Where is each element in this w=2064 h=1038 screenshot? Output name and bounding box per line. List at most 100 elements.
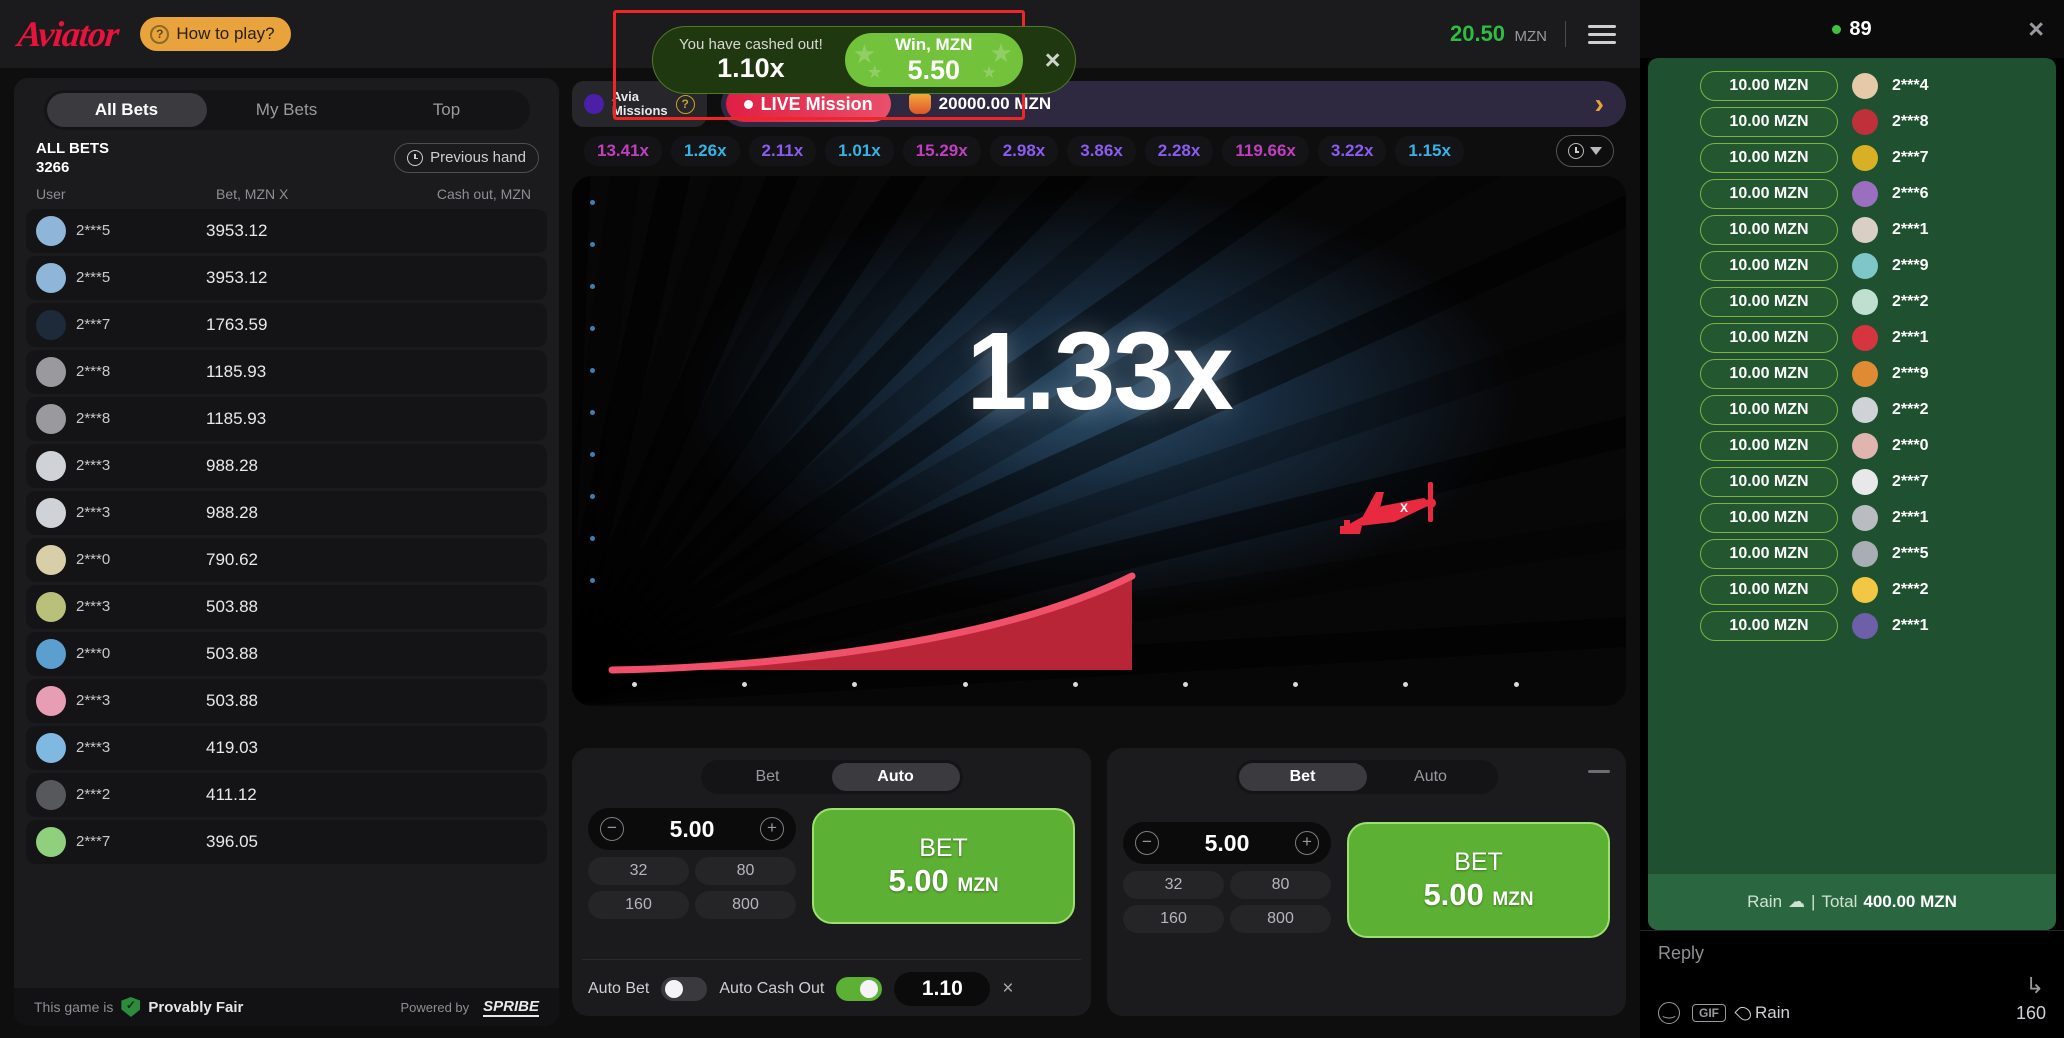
table-row[interactable]: 2***7 1763.59 [26,302,547,347]
list-item: 10.00 MZN 2***0 [1648,428,2056,464]
quick-amount-160[interactable]: 160 [588,891,689,919]
aviator-app: Aviator ? How to play? 20.50 MZN All Bet… [0,0,2064,1038]
minus-circle-icon[interactable]: − [600,817,624,841]
history-multiplier[interactable]: 15.29x [902,136,981,166]
avatar [1852,577,1878,603]
bet-panel-left-bet-button[interactable]: BET 5.00 MZN [812,808,1075,924]
plus-circle-icon[interactable]: + [1294,831,1319,855]
column-user: User [36,185,66,202]
reply-placeholder[interactable]: Reply [1658,943,2046,964]
bet-panel-left-amount[interactable]: 5.00 [670,816,715,843]
table-row[interactable]: 2***5 3953.12 [26,208,547,253]
table-row[interactable]: 2***0 503.88 [26,631,547,676]
online-count: 89 [1832,18,1872,41]
history-multiplier[interactable]: 1.01x [825,136,894,166]
bet-panel-right-tab-bet[interactable]: Bet [1238,763,1367,791]
quick-amount-800[interactable]: 800 [1230,905,1331,933]
hamburger-menu-icon[interactable] [1584,21,1620,48]
table-row[interactable]: 2***8 1185.93 [26,396,547,441]
history-multiplier[interactable]: 2.28x [1144,136,1214,166]
rain-amount: 10.00 MZN [1700,503,1838,533]
tab-all-bets[interactable]: All Bets [46,93,207,127]
table-row[interactable]: 2***2 411.12 [26,772,547,817]
history-multiplier[interactable]: 3.22x [1317,136,1387,166]
bet-panel-left-body: − 5.00 + 32 80 160 800 BET 5.00 MZN [588,808,1075,924]
bet-user: 2***3 [76,457,111,475]
bet-panel-right-amount[interactable]: 5.00 [1205,830,1250,857]
history-dropdown-icon[interactable] [1556,135,1614,167]
rain-amount: 10.00 MZN [1700,107,1838,137]
game-canvas[interactable]: 1.33x X [572,176,1626,706]
history-multiplier[interactable]: 1.15x [1395,136,1464,166]
chat-input-area[interactable]: Reply ↳ GIF Rain 160 [1640,930,2064,1038]
minimize-icon[interactable] [1588,770,1610,773]
table-row[interactable]: 2***3 503.88 [26,678,547,723]
auto-bet-toggle[interactable] [661,977,708,1001]
live-mission-label: LIVE Mission [760,93,873,114]
auto-cashout-toggle[interactable] [836,977,883,1001]
tab-top[interactable]: Top [367,93,527,127]
balance-area: 20.50 MZN [1450,21,1620,48]
quick-amount-160[interactable]: 160 [1123,905,1224,933]
emoji-icon[interactable] [1658,1002,1680,1024]
previous-hand-button[interactable]: Previous hand [394,142,539,173]
bet-user: 2***7 [76,316,111,334]
bets-list[interactable]: 2***5 3953.12 2***5 3953.12 2***7 1763.59 2***… [14,208,559,988]
rain-tool-button[interactable]: Rain [1734,1003,1790,1023]
all-bets-title-block: ALL BETS 3266 [36,140,109,176]
bet-panel-left-quick-amounts: 32 80 160 800 [588,857,796,919]
table-row[interactable]: 2***3 503.88 [26,584,547,629]
chevron-right-icon[interactable]: › [1595,88,1604,120]
history-multiplier[interactable]: 119.66x [1222,136,1309,166]
history-multiplier[interactable]: 3.86x [1067,136,1136,166]
bet-amount: 3953.12 [206,267,268,287]
history-multiplier[interactable]: 2.11x [748,136,817,166]
quick-amount-32[interactable]: 32 [1123,871,1224,899]
avatar [1852,289,1878,315]
avatar [36,826,66,857]
send-arrow-icon[interactable]: ↳ [2026,973,2044,999]
close-icon[interactable]: × [1002,978,1013,1000]
provably-fair-label[interactable]: Provably Fair [148,999,243,1016]
quick-amount-80[interactable]: 80 [1230,871,1331,899]
auto-cashout-value[interactable]: 1.10 [894,972,991,1006]
close-icon[interactable]: × [1045,45,1061,76]
quick-amount-800[interactable]: 800 [695,891,796,919]
table-row[interactable]: 2***0 790.62 [26,537,547,582]
bet-panel-left-tab-auto[interactable]: Auto [831,763,960,791]
history-multiplier[interactable]: 2.98x [989,136,1059,166]
quick-amount-32[interactable]: 32 [588,857,689,885]
table-row[interactable]: 2***3 419.03 [26,725,547,770]
minus-circle-icon[interactable]: − [1135,831,1159,855]
table-row[interactable]: 2***3 988.28 [26,443,547,488]
rain-recipients-list: 10.00 MZN 2***4 10.00 MZN 2***8 10.00 MZN 2**… [1648,68,2056,874]
table-row[interactable]: 2***3 988.28 [26,490,547,535]
list-item: 10.00 MZN 2***9 [1648,248,2056,284]
history-multiplier[interactable]: 13.41x [584,136,662,166]
table-row[interactable]: 2***7 396.05 [26,819,547,864]
bet-panel-left-tab-bet[interactable]: Bet [704,763,832,791]
bet-user: 2***3 [76,504,111,522]
bet-panel-right-bet-button[interactable]: BET 5.00 MZN [1347,822,1610,938]
table-row[interactable]: 2***8 1185.93 [26,349,547,394]
main-area: Aviator ? How to play? 20.50 MZN All Bet… [0,0,1640,1038]
bet-panel-right-tab-auto[interactable]: Auto [1367,763,1495,791]
aviator-logo: Aviator [15,14,121,54]
bet-panel-right-tabs: Bet Auto [1235,760,1498,794]
quick-amount-80[interactable]: 80 [695,857,796,885]
rain-amount: 10.00 MZN [1700,287,1838,317]
table-row[interactable]: 2***5 3953.12 [26,255,547,300]
how-to-play-button[interactable]: ? How to play? [140,17,291,51]
gif-icon[interactable]: GIF [1692,1004,1726,1022]
close-icon[interactable]: × [2028,14,2044,45]
bets-tabs: All Bets My Bets Top [43,90,530,130]
list-item: 10.00 MZN 2***1 [1648,320,2056,356]
question-mark-icon[interactable]: ? [675,94,695,114]
bet-panel-right: Bet Auto − 5.00 + 32 80 160 800 BET 5.00… [1107,748,1626,1016]
avatar [36,497,66,528]
plus-circle-icon[interactable]: + [759,817,784,841]
rain-amount: 10.00 MZN [1700,359,1838,389]
avatar [36,309,66,340]
history-multiplier[interactable]: 1.26x [671,136,740,166]
tab-my-bets[interactable]: My Bets [207,93,367,127]
